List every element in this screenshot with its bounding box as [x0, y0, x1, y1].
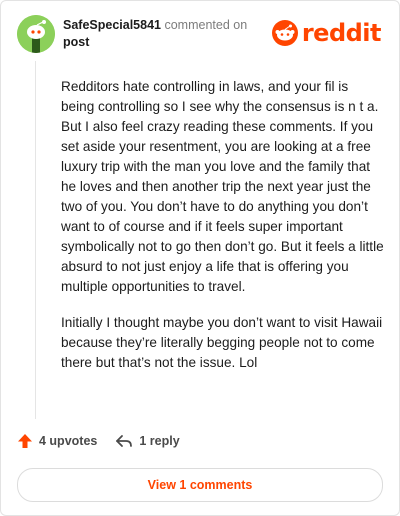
post-link[interactable]: post [63, 34, 247, 51]
comment-body: Redditors hate controlling in laws, and … [61, 77, 385, 389]
comment-meta: SafeSpecial5841 commented on post [63, 17, 247, 51]
reddit-wordmark: reddit [301, 19, 382, 47]
comment-header: SafeSpecial5841 commented on post reddit [15, 11, 385, 57]
comment-paragraph: Redditors hate controlling in laws, and … [61, 79, 384, 294]
thread-line [35, 61, 36, 419]
comment-card: SafeSpecial5841 commented on post reddit… [0, 0, 400, 516]
upvote-arrow-icon [18, 434, 32, 448]
reply-arrow-icon [116, 435, 133, 447]
snoo-avatar-icon [17, 15, 55, 53]
reddit-logo: reddit [271, 19, 382, 47]
reddit-logo-icon [271, 20, 298, 46]
commented-on-text: commented on [164, 18, 248, 32]
view-comments-button[interactable]: View 1 comments [17, 468, 383, 502]
comment-actions: 4 upvotes 1 reply [17, 433, 198, 449]
username[interactable]: SafeSpecial5841 [63, 18, 161, 32]
reply-count: 1 reply [139, 434, 180, 448]
reply-button[interactable]: 1 reply [115, 433, 180, 449]
avatar[interactable] [17, 15, 55, 53]
upvote-button[interactable]: 4 upvotes [17, 433, 97, 449]
comment-paragraph: Initially I thought maybe you don’t want… [61, 315, 383, 370]
upvotes-count: 4 upvotes [39, 434, 98, 448]
